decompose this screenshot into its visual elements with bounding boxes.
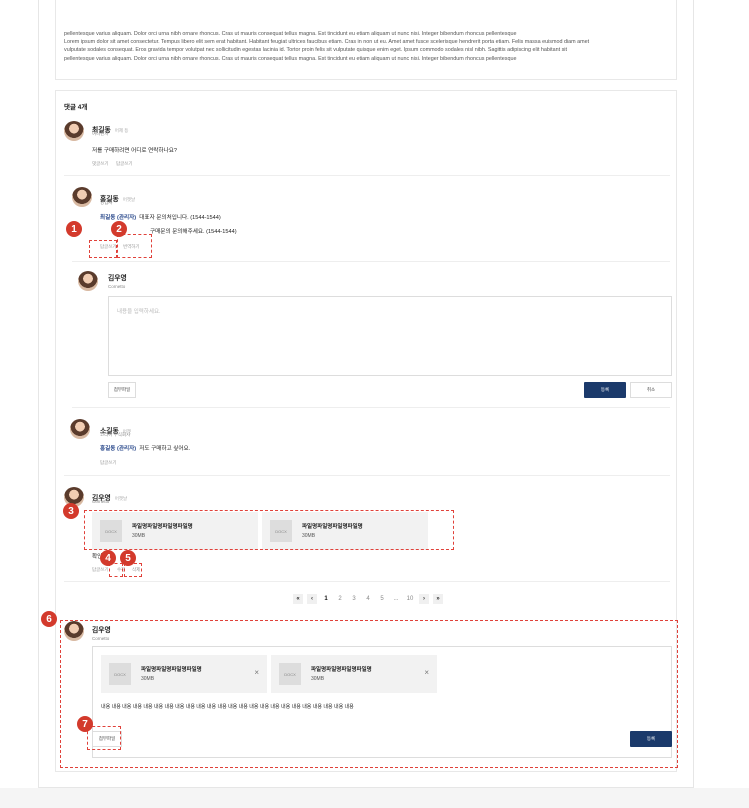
page-number[interactable]: 10 [405,596,415,602]
page-number[interactable]: 5 [377,596,387,602]
page-number[interactable]: 2 [335,596,345,602]
page-ellipsis: ... [393,596,399,602]
comment-role: 여니한자 [92,131,109,136]
comment-text: 홍길동 (관리자) 저도 구매하고 싶어요. [100,444,190,452]
page-number[interactable]: 3 [349,596,359,602]
comment-role: Cornetto [92,499,110,504]
article-line: vulputate sodales consequat. Eros gravid… [64,47,568,54]
editor-author: 김우영 [108,275,127,282]
divider [72,261,670,262]
editor-role: Cornetto [108,284,126,289]
comment-date: 어제 등 [114,128,129,133]
annotation-marker: 1 [66,221,82,237]
comment-text: 저를 구매하려면 어디로 연락하나요? [92,148,177,154]
first-page-button[interactable]: « [293,594,303,604]
reply-link[interactable]: 답글쓰기 [100,460,117,466]
annotation-marker: 2 [111,221,127,237]
reply-write-link[interactable]: 답글쓰기 [116,161,133,167]
article-line: pellentesque varius aliquam. Dolor orci … [64,31,517,37]
cancel-button[interactable]: 취소 [630,382,672,398]
comment-role: 영업자 [100,200,113,205]
annotation-marker: 6 [41,611,57,627]
attach-file-button[interactable]: 첨부파일 [108,382,136,398]
divider [64,175,670,176]
divider [72,407,670,408]
mention-link[interactable]: 홍길동 (관리자) [100,446,136,452]
next-page-button[interactable]: › [419,594,429,604]
article-line: Lorem ipsum dolor sit amet consectetur. … [64,39,590,46]
annotation-box [60,620,678,768]
avatar [70,419,90,439]
page-number[interactable]: 1 [321,596,331,602]
comment-text-line: 저도 구매하고 싶어요. [139,446,191,452]
comment-text-line: 대표자 문의처입니다. (1544-1544) [139,215,221,221]
article-line: pellentesque varius aliquam. Dolor orci … [64,55,517,62]
annotation-box [87,726,121,750]
avatar [64,121,84,141]
textarea-placeholder: 내용을 입력하세요. [117,309,161,315]
comment-textarea[interactable]: 내용을 입력하세요. [108,296,672,376]
annotation-marker: 7 [77,716,93,732]
divider [64,581,670,582]
comment-text-line-2: 구매문의 문의해주세요. (1544-1544) [150,229,237,235]
comments-count-title: 댓글 4개 [64,104,88,111]
submit-button[interactable]: 등록 [584,382,626,398]
comment-date: 어젯날 [122,197,136,202]
avatar [72,187,92,207]
footer-strip [0,788,749,808]
pagination: « ‹ 1 2 3 4 5 ... 10 › » [293,594,443,604]
annotation-box [84,510,454,550]
comment-text: 최길동 (관리자) 대표자 문의처입니다. (1544-1544) [100,213,221,221]
annotation-marker: 4 [100,550,116,566]
article-body: pellentesque varius aliquam. Dolor orci … [55,0,677,80]
annotation-box [89,240,117,258]
reply-link[interactable]: 댓글쓰기 [92,161,109,167]
reply-link[interactable]: 답글쓰기 [92,567,109,573]
comment-role: 코리아 주식회사 [100,432,131,437]
divider [64,475,670,476]
comment-date: 어젯날 [114,496,128,501]
prev-page-button[interactable]: ‹ [307,594,317,604]
annotation-marker: 5 [120,550,136,566]
annotation-marker: 3 [63,503,79,519]
avatar [78,271,98,291]
last-page-button[interactable]: » [433,594,443,604]
annotation-box [117,234,152,258]
page-number[interactable]: 4 [363,596,373,602]
